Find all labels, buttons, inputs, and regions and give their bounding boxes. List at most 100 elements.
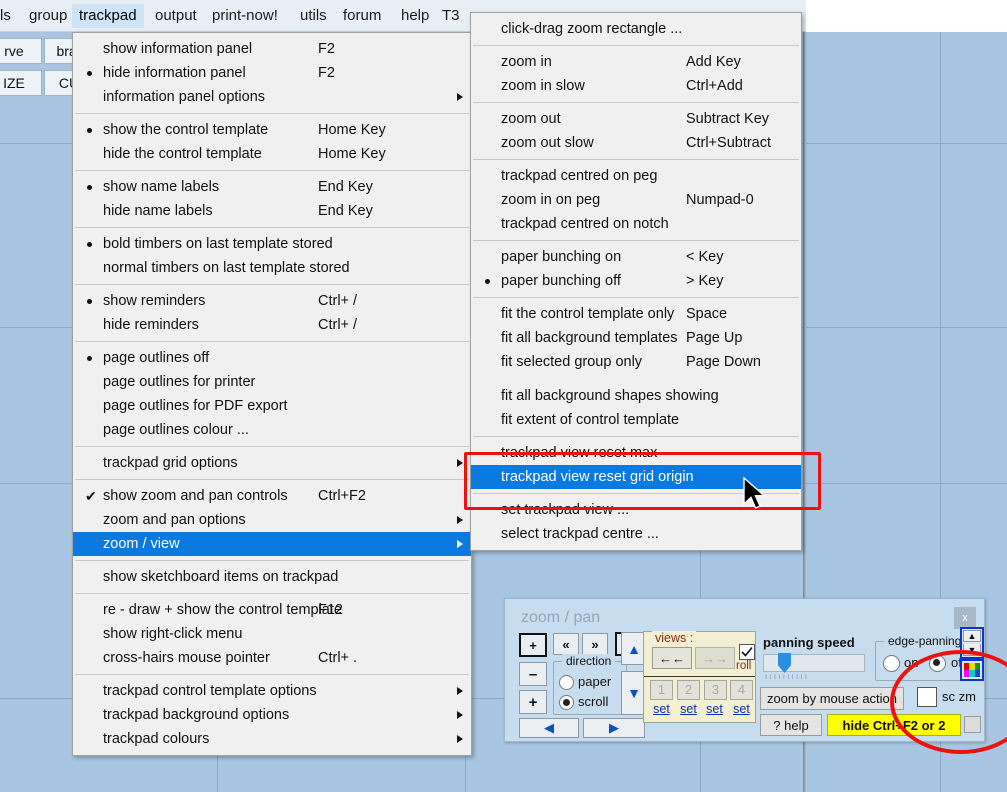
zoom-by-mouse-action-button[interactable]: zoom by mouse action — [760, 687, 904, 710]
view-slot-2[interactable]: 2 — [677, 680, 700, 700]
menu-item-zoom-view[interactable]: zoom / view — [73, 532, 471, 556]
submenu-item-fit-selected-group-only[interactable]: fit selected group only Page Down — [471, 350, 801, 374]
views-back-button[interactable]: ←← — [652, 647, 692, 669]
trackpad-dropdown-menu[interactable]: show information panel F2 hide information… — [72, 32, 472, 756]
pan-previous-button[interactable]: « — [553, 633, 579, 655]
menu-item-cross-hairs-mouse-pointer[interactable]: cross-hairs mouse pointer Ctrl+ . — [73, 646, 471, 670]
pan-next-button[interactable]: » — [582, 633, 608, 655]
edge-panning-radio-on[interactable] — [883, 655, 900, 672]
menu-item-hide-the-control-template[interactable]: hide the control template Home Key — [73, 142, 471, 166]
submenu-item-zoom-in[interactable]: zoom in Add Key — [471, 50, 801, 74]
direction-radio-scroll[interactable] — [559, 695, 574, 710]
zoom-in-button[interactable]: + — [519, 690, 547, 714]
submenu-item-fit-all-background-shapes-showing[interactable]: fit all background shapes showing — [471, 384, 801, 408]
menu-item-show-sketchboard-items-on-trackpad[interactable]: show sketchboard items on trackpad — [73, 565, 471, 589]
menu-item-show-reminders[interactable]: show reminders Ctrl+ / — [73, 289, 471, 313]
scroll-stepper[interactable]: ▲ ▼ — [960, 627, 984, 659]
sc-zm-checkbox[interactable] — [917, 687, 937, 707]
hide-toggle-checkbox[interactable] — [964, 716, 981, 733]
menu-item-hide-reminders[interactable]: hide reminders Ctrl+ / — [73, 313, 471, 337]
menubar-item-t3[interactable]: T3 — [435, 4, 467, 28]
view-slot-3[interactable]: 3 — [704, 680, 727, 700]
panning-speed-slider[interactable] — [763, 653, 865, 673]
view-set-link-1[interactable]: set — [649, 702, 674, 716]
canvas-top-strip — [806, 0, 1007, 32]
view-slot-1[interactable]: 1 — [650, 680, 673, 700]
toolbar-button-rve[interactable]: rve — [0, 38, 42, 64]
submenu-item-fit-extent-of-control-template[interactable]: fit extent of control template — [471, 408, 801, 432]
menu-item-show-zoom-and-pan-controls[interactable]: ✔ show zoom and pan controls Ctrl+F2 — [73, 484, 471, 508]
menubar-item-utils[interactable]: utils — [293, 4, 334, 28]
submenu-item-trackpad-view-reset-grid-origin[interactable]: trackpad view reset grid origin — [471, 465, 801, 489]
submenu-item-zoom-out-slow[interactable]: zoom out slow Ctrl+Subtract — [471, 131, 801, 155]
submenu-item-set-trackpad-view[interactable]: set trackpad view ... — [471, 498, 801, 522]
panning-speed-thumb[interactable] — [778, 653, 791, 673]
menu-item-show-the-control-template[interactable]: show the control template Home Key — [73, 118, 471, 142]
scroll-up-button[interactable]: ▲ — [963, 630, 981, 642]
menubar-item-trackpad[interactable]: trackpad — [72, 4, 144, 28]
submenu-item-fit-all-background-templates[interactable]: fit all background templates Page Up — [471, 326, 801, 350]
menubar-item-ls[interactable]: ls — [0, 4, 18, 28]
menu-separator — [75, 593, 469, 594]
menu-item-trackpad-background-options[interactable]: trackpad background options — [73, 703, 471, 727]
menu-item-label: cross-hairs mouse pointer — [103, 650, 270, 666]
zoom-rectangle-button[interactable]: + — [519, 633, 547, 657]
roll-checkbox[interactable] — [739, 644, 755, 660]
submenu-item-fit-the-control-template-only[interactable]: fit the control template only Space — [471, 302, 801, 326]
menu-item-hide-name-labels[interactable]: hide name labels End Key — [73, 199, 471, 223]
view-set-link-3[interactable]: set — [702, 702, 727, 716]
menu-item-hide-information-panel[interactable]: hide information panel F2 — [73, 61, 471, 85]
menu-item-information-panel-options[interactable]: information panel options — [73, 85, 471, 109]
menubar-item-print-now[interactable]: print-now! — [205, 4, 285, 28]
menu-item-accelerator: Home Key — [318, 146, 386, 162]
menu-item-page-outlines-for-printer[interactable]: page outlines for printer — [73, 370, 471, 394]
menu-item-trackpad-grid-options[interactable]: trackpad grid options — [73, 451, 471, 475]
menu-item-re-draw-show-the-control-template[interactable]: re - draw + show the control template F12 — [73, 598, 471, 622]
zoom-view-submenu[interactable]: click-drag zoom rectangle ... zoom in Add … — [470, 12, 802, 551]
pan-right-button[interactable]: ▶ — [583, 718, 645, 738]
view-set-link-2[interactable]: set — [676, 702, 701, 716]
menu-item-show-information-panel[interactable]: show information panel F2 — [73, 37, 471, 61]
menu-item-zoom-and-pan-options[interactable]: zoom and pan options — [73, 508, 471, 532]
zoom-pan-panel[interactable]: zoom / pan x + – + « » ◀ ▶ direction pape… — [504, 598, 985, 742]
menu-item-page-outlines-colour[interactable]: page outlines colour ... — [73, 418, 471, 442]
submenu-item-click-drag-zoom-rectangle[interactable]: click-drag zoom rectangle ... — [471, 17, 801, 41]
pan-left-button[interactable]: ◀ — [519, 718, 579, 738]
menu-item-normal-timbers-on-last-template-stored[interactable]: normal timbers on last template stored — [73, 256, 471, 280]
menu-item-label: show right-click menu — [103, 626, 243, 642]
menu-item-show-right-click-menu[interactable]: show right-click menu — [73, 622, 471, 646]
help-button[interactable]: ? help — [760, 714, 822, 736]
right-arrow-icon: ▶ — [609, 720, 619, 735]
menu-item-show-name-labels[interactable]: show name labels End Key — [73, 175, 471, 199]
menubar-item-group[interactable]: group — [22, 4, 74, 28]
menubar-item-forum[interactable]: forum — [336, 4, 388, 28]
edge-panning-radio-off[interactable] — [929, 655, 946, 672]
toolbar-button-ize[interactable]: IZE — [0, 70, 42, 96]
direction-radio-paper[interactable] — [559, 675, 574, 690]
menu-separator — [473, 159, 799, 160]
hide-button[interactable]: hide Ctrl+F2 or 2 — [827, 714, 961, 736]
submenu-item-select-trackpad-centre[interactable]: select trackpad centre ... — [471, 522, 801, 546]
menu-item-bold-timbers-on-last-template-stored[interactable]: bold timbers on last template stored — [73, 232, 471, 256]
submenu-item-paper-bunching-on[interactable]: paper bunching on < Key — [471, 245, 801, 269]
submenu-item-zoom-out[interactable]: zoom out Subtract Key — [471, 107, 801, 131]
menu-item-trackpad-control-template-options[interactable]: trackpad control template options — [73, 679, 471, 703]
submenu-item-zoom-in-slow[interactable]: zoom in slow Ctrl+Add — [471, 74, 801, 98]
menu-item-page-outlines-for-pdf-export[interactable]: page outlines for PDF export — [73, 394, 471, 418]
submenu-item-zoom-in-on-peg[interactable]: zoom in on peg Numpad-0 — [471, 188, 801, 212]
view-slot-4[interactable]: 4 — [730, 680, 753, 700]
submenu-item-trackpad-centred-on-notch[interactable]: trackpad centred on notch — [471, 212, 801, 236]
zoom-out-button[interactable]: – — [519, 662, 547, 686]
submenu-item-paper-bunching-off[interactable]: paper bunching off > Key — [471, 269, 801, 293]
menubar-item-help[interactable]: help — [394, 4, 436, 28]
view-set-link-4[interactable]: set — [729, 702, 754, 716]
close-icon[interactable]: x — [954, 607, 976, 629]
menu-item-trackpad-colours[interactable]: trackpad colours — [73, 727, 471, 751]
scroll-down-button[interactable]: ▼ — [963, 644, 981, 656]
menu-item-page-outlines-off[interactable]: page outlines off — [73, 346, 471, 370]
colour-palette-button[interactable] — [960, 659, 984, 681]
menubar-item-output[interactable]: output — [148, 4, 204, 28]
submenu-item-trackpad-centred-on-peg[interactable]: trackpad centred on peg — [471, 164, 801, 188]
views-forward-button[interactable]: →→ — [695, 647, 735, 669]
submenu-item-trackpad-view-reset-max[interactable]: trackpad view reset max — [471, 441, 801, 465]
